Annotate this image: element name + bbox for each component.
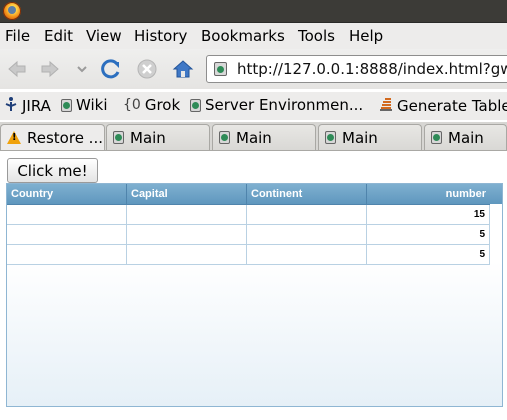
tab-strip: Restore ... Main Main Main Main [0,122,507,151]
page-icon [61,98,72,112]
page-icon [190,98,201,112]
tab-main-3[interactable]: Main [318,124,422,150]
bookmark-jira[interactable]: JIRA [4,96,51,116]
bookmark-wiki[interactable]: Wiki [61,96,108,114]
bookmarks-toolbar: JIRA Wiki {0 Grok Server Environmen... G… [0,92,507,120]
tab-label: Main [236,128,272,147]
column-header-capital[interactable]: Capital [127,184,247,204]
window-titlebar [0,0,507,23]
tab-label: Restore ... [27,128,103,147]
menu-history[interactable]: History [134,27,187,45]
bookmark-generate-table[interactable]: Generate Table [379,96,507,116]
header-scroll-gap [490,184,502,204]
cell-number[interactable]: 15 [367,205,490,225]
menu-tools[interactable]: Tools [298,27,335,45]
click-me-button[interactable]: Click me! [7,158,98,183]
stack-icon [379,96,393,116]
page-icon [431,131,442,144]
warning-icon [7,131,21,144]
cell-capital[interactable] [127,245,247,265]
bookmark-label: Server Environmen... [205,96,364,114]
column-header-continent[interactable]: Continent [247,184,367,204]
cell-country[interactable] [7,225,127,245]
grid-header: Country Capital Continent number [7,184,490,205]
firefox-icon[interactable] [3,2,21,20]
reload-icon[interactable] [100,59,122,79]
cell-number[interactable]: 5 [367,245,490,265]
tab-restore[interactable]: Restore ... [0,124,105,150]
column-header-number[interactable]: number [367,184,490,204]
cell-continent[interactable] [247,245,367,265]
table-row[interactable]: 5 [7,225,490,245]
tab-main-2[interactable]: Main [212,124,316,150]
bookmark-server-environment[interactable]: Server Environmen... [190,96,363,114]
page-icon [219,131,230,144]
menu-view[interactable]: View [86,27,122,45]
bookmark-label: Generate Table [397,97,507,115]
menu-bar: File Edit View History Bookmarks Tools H… [0,23,507,49]
bookmark-label: JIRA [22,97,51,115]
tab-label: Main [342,128,378,147]
cell-continent[interactable] [247,205,367,225]
menu-edit[interactable]: Edit [44,27,73,45]
cell-number[interactable]: 5 [367,225,490,245]
cell-continent[interactable] [247,225,367,245]
cell-capital[interactable] [127,225,247,245]
url-text[interactable]: http://127.0.0.1:8888/index.html?gwt [237,60,507,78]
bookmark-grok[interactable]: {0 Grok [123,96,180,114]
tab-label: Main [130,128,166,147]
history-dropdown-icon[interactable] [71,59,93,79]
forward-icon[interactable] [39,59,61,79]
tab-label: Main [448,128,484,147]
table-row[interactable]: 5 [7,245,490,265]
cell-capital[interactable] [127,205,247,225]
column-header-country[interactable]: Country [7,184,127,204]
cell-country[interactable] [7,205,127,225]
url-bar[interactable]: http://127.0.0.1:8888/index.html?gwt [206,55,507,83]
bookmark-label: Wiki [76,96,108,114]
back-icon[interactable] [6,59,28,79]
data-grid: Country Capital Continent number 15 5 5 [6,183,503,407]
grok-icon: {0 [123,97,141,113]
page-icon [325,131,336,144]
jira-icon [4,96,18,116]
table-row[interactable]: 15 [7,205,490,225]
tab-main-4[interactable]: Main [424,124,507,150]
bookmark-label: Grok [144,96,181,114]
tab-main-1[interactable]: Main [106,124,210,150]
menu-bookmarks[interactable]: Bookmarks [201,27,285,45]
home-icon[interactable] [172,59,194,79]
stop-icon[interactable] [136,59,158,79]
menu-file[interactable]: File [5,27,30,45]
cell-country[interactable] [7,245,127,265]
menu-help[interactable]: Help [349,27,383,45]
page-icon [113,131,124,144]
page-favicon-icon [214,62,227,76]
